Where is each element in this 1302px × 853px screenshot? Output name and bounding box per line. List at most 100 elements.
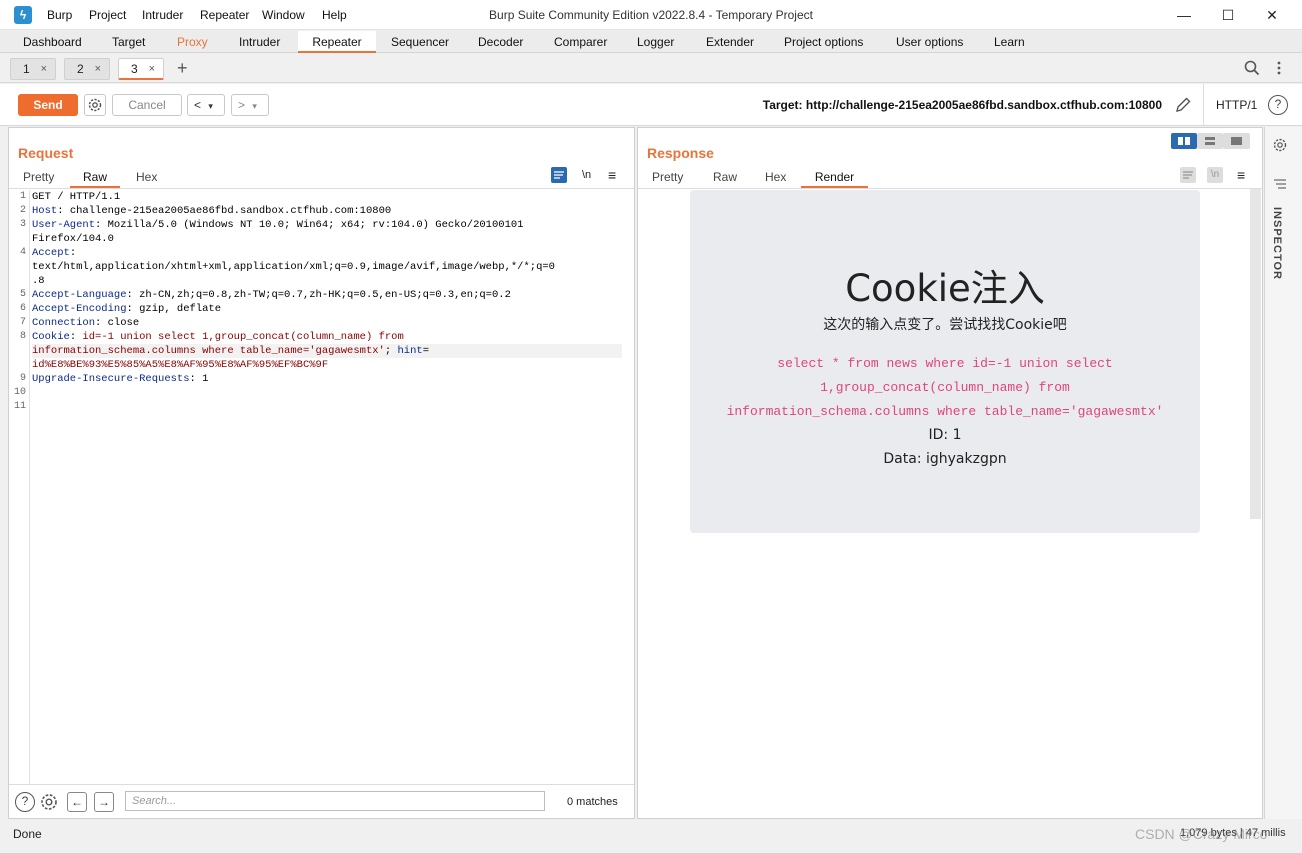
target-url: Target: http://challenge-215ea2005ae86fb…	[762, 98, 1162, 112]
tab-proxy[interactable]: Proxy	[175, 31, 210, 53]
tab-user-options[interactable]: User options	[894, 31, 965, 53]
response-tab-pretty[interactable]: Pretty	[652, 170, 683, 188]
forward-history-dropdown-icon[interactable]: ▾	[252, 101, 257, 111]
request-tab-raw[interactable]: Raw	[70, 170, 120, 188]
menu-window[interactable]: Window	[262, 8, 305, 22]
menu-repeater[interactable]: Repeater	[200, 8, 249, 22]
request-tab-hex[interactable]: Hex	[136, 170, 157, 188]
header-name: User-Agent	[32, 219, 96, 231]
request-line: Accept-Encoding: gzip, deflate	[32, 302, 622, 316]
header-value: : close	[95, 317, 140, 329]
search-divider	[9, 784, 634, 785]
tab-target[interactable]: Target	[110, 31, 147, 53]
render-heading: Cookie注入	[845, 267, 1045, 310]
title-bar: ϟ Burp Project Intruder Repeater Window …	[0, 0, 1302, 30]
repeater-tab-label: 2	[77, 62, 84, 76]
repeater-tab-1[interactable]: 1 ×	[10, 58, 56, 80]
line-number: 10	[13, 387, 26, 398]
repeater-toolbar: Send Cancel < ▾ > ▾ Target: http://chall…	[0, 84, 1302, 126]
back-history-dropdown-icon[interactable]: ▾	[208, 101, 213, 111]
layout-top-bottom-icon[interactable]	[1197, 133, 1223, 149]
show-newlines-toggle[interactable]: \n	[582, 169, 591, 181]
tab-dashboard[interactable]: Dashboard	[21, 31, 84, 53]
close-window-button[interactable]: ✕	[1254, 4, 1290, 26]
send-button[interactable]: Send	[18, 94, 78, 116]
render-id-line: ID: 1	[928, 427, 962, 443]
tab-repeater[interactable]: Repeater	[298, 31, 376, 53]
request-menu-icon[interactable]: ≡	[608, 167, 616, 183]
request-tab-pretty[interactable]: Pretty	[23, 170, 54, 188]
back-button[interactable]: < ▾	[187, 94, 225, 116]
header-value: : gzip, deflate	[126, 303, 222, 315]
search-settings-gear-icon[interactable]	[39, 792, 59, 812]
help-icon[interactable]: ?	[1268, 95, 1288, 115]
inspector-toggle[interactable]: INSPECTOR	[1271, 207, 1283, 280]
search-help-icon[interactable]: ?	[15, 792, 35, 812]
request-line: GET / HTTP/1.1	[32, 190, 622, 204]
add-tab-button[interactable]: +	[177, 58, 188, 79]
tab-logger[interactable]: Logger	[635, 31, 676, 53]
menu-project[interactable]: Project	[89, 8, 126, 22]
response-tab-raw[interactable]: Raw	[713, 170, 737, 188]
repeater-tab-2[interactable]: 2 ×	[64, 58, 110, 80]
repeater-tab-bar: 1 × 2 × 3 × +	[0, 54, 1302, 83]
settings-gear-icon[interactable]	[84, 94, 106, 116]
minimize-button[interactable]: —	[1166, 4, 1202, 26]
close-tab-icon[interactable]: ×	[149, 59, 155, 79]
response-tab-render[interactable]: Render	[801, 170, 868, 188]
http-version-selector[interactable]: HTTP/1	[1216, 98, 1257, 112]
response-tab-hex[interactable]: Hex	[765, 170, 786, 188]
header-value: .8	[32, 275, 45, 287]
line-number	[9, 260, 26, 274]
cancel-button[interactable]: Cancel	[112, 94, 182, 116]
more-options-icon[interactable]	[1274, 60, 1284, 76]
render-sql-line: select * from news where id=-1 union sel…	[777, 356, 1113, 371]
render-data-line: Data: ighyakzgpn	[883, 451, 1007, 467]
line-number: 4	[19, 247, 26, 258]
request-line: User-Agent: Mozilla/5.0 (Windows NT 10.0…	[32, 218, 622, 232]
render-sql-line: 1,group_concat(column_name) from	[820, 380, 1070, 395]
repeater-tab-label: 1	[23, 62, 30, 76]
maximize-button[interactable]: ☐	[1210, 4, 1246, 26]
menu-intruder[interactable]: Intruder	[142, 8, 183, 22]
header-name: GET / HTTP/1.1	[32, 191, 121, 203]
tab-extender[interactable]: Extender	[704, 31, 756, 53]
next-match-arrow-icon[interactable]: →	[94, 792, 114, 812]
close-tab-icon[interactable]: ×	[41, 59, 47, 79]
line-number: 5	[19, 289, 26, 300]
layout-side-by-side-icon[interactable]	[1171, 133, 1197, 149]
tab-decoder[interactable]: Decoder	[476, 31, 525, 53]
forward-button[interactable]: > ▾	[231, 94, 269, 116]
layout-tabs-icon[interactable]	[1223, 133, 1250, 149]
repeater-tab-3[interactable]: 3 ×	[118, 58, 164, 80]
tab-comparer[interactable]: Comparer	[552, 31, 609, 53]
previous-match-arrow-icon[interactable]: ←	[67, 792, 87, 812]
inspector-list-icon[interactable]	[1272, 177, 1288, 191]
search-icon[interactable]	[1244, 60, 1260, 76]
request-editor[interactable]: GET / HTTP/1.1 Host: challenge-215ea2005a…	[32, 190, 622, 784]
tab-learn[interactable]: Learn	[992, 31, 1027, 53]
word-wrap-toggle-icon[interactable]	[551, 167, 567, 183]
close-tab-icon[interactable]: ×	[95, 59, 101, 79]
header-value: : Mozilla/5.0 (Windows NT 10.0; Win64; x…	[95, 219, 524, 231]
request-line: Firefox/104.0	[32, 232, 622, 246]
header-name: Accept	[32, 247, 70, 259]
search-input[interactable]: Search...	[125, 791, 545, 811]
render-subtitle: 这次的输入点变了。尝试找找Cookie吧	[823, 317, 1067, 333]
tab-project-options[interactable]: Project options	[782, 31, 865, 53]
search-match-count: 0 matches	[567, 796, 618, 808]
menu-burp[interactable]: Burp	[47, 8, 72, 22]
response-newlines-toggle[interactable]: \n	[1207, 167, 1223, 183]
response-menu-icon[interactable]: ≡	[1237, 167, 1245, 183]
menu-help[interactable]: Help	[322, 8, 347, 22]
render-scrollbar[interactable]	[1250, 189, 1261, 519]
tab-sequencer[interactable]: Sequencer	[389, 31, 451, 53]
inspector-settings-gear-icon[interactable]	[1272, 137, 1288, 153]
request-line: Accept:	[32, 246, 622, 260]
request-line: text/html,application/xhtml+xml,applicat…	[32, 260, 622, 274]
header-value: :	[69, 331, 83, 343]
status-text: Done	[13, 827, 42, 841]
edit-target-pencil-icon[interactable]	[1174, 96, 1192, 114]
response-word-wrap-icon[interactable]	[1180, 167, 1196, 183]
tab-intruder[interactable]: Intruder	[237, 31, 282, 53]
